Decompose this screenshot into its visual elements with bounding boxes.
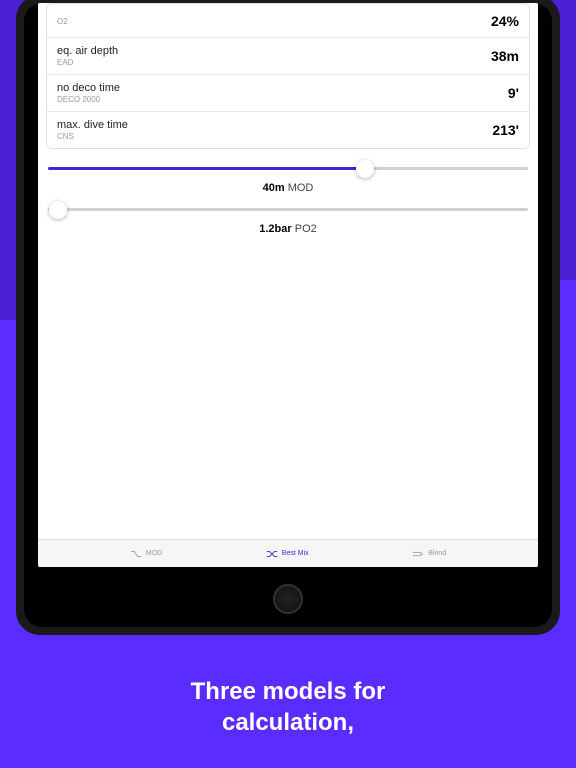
app-screen: O2 24% eq. air depth EAD 38m [38,3,538,567]
po2-slider-label: 1.2bar PO2 [46,223,530,235]
depth-slider-label: 40m MOD [46,182,530,194]
shuffle-icon [266,549,278,559]
results-card: O2 24% eq. air depth EAD 38m [46,3,530,149]
row-label: max. dive time [57,119,128,131]
mod-icon [130,549,142,559]
depth-slider-thumb[interactable] [356,160,374,178]
row-value: 24% [491,13,519,29]
result-row-ead: eq. air depth EAD 38m [47,38,529,75]
tab-label: MOD [146,550,162,557]
tab-label: Best Mix [282,550,309,557]
row-label: eq. air depth [57,45,118,57]
tab-label: Blend [428,550,446,557]
po2-slider-thumb[interactable] [49,201,67,219]
row-sublabel: DECO 2000 [57,95,120,104]
tablet-device-frame: O2 24% eq. air depth EAD 38m [16,0,560,635]
po2-slider[interactable] [48,208,528,211]
row-sublabel: O2 [57,17,68,26]
tab-blend[interactable]: Blend [412,549,446,559]
main-content: O2 24% eq. air depth EAD 38m [38,3,538,539]
tab-best-mix[interactable]: Best Mix [266,549,309,559]
po2-slider-section: 1.2bar PO2 [46,208,530,235]
result-row-deco: no deco time DECO 2000 9' [47,75,529,112]
row-sublabel: CNS [57,132,128,141]
result-row-o2: O2 24% [47,4,529,38]
row-value: 38m [491,48,519,64]
bottom-tab-bar: MOD Best Mix Blend [38,539,538,567]
blend-icon [412,549,424,559]
depth-slider[interactable] [48,167,528,170]
row-value: 213' [492,122,519,138]
row-value: 9' [508,85,519,101]
row-label: no deco time [57,82,120,94]
marketing-caption: Three models for calculation, [0,676,576,738]
row-sublabel: EAD [57,58,118,67]
result-row-cns: max. dive time CNS 213' [47,112,529,148]
depth-slider-section: 40m MOD [46,167,530,194]
tab-mod[interactable]: MOD [130,549,162,559]
promo-background: O2 24% eq. air depth EAD 38m [0,0,576,768]
home-button[interactable] [273,584,303,614]
